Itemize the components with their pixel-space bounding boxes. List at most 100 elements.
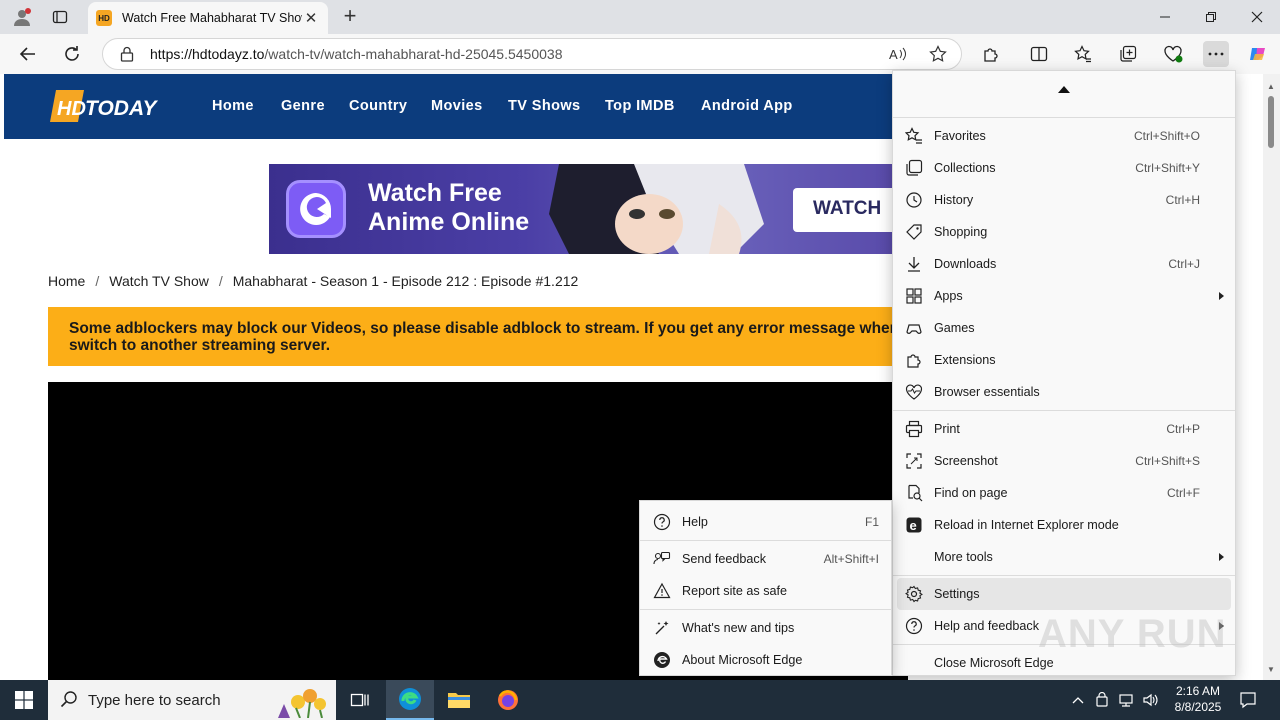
taskbar-clock[interactable]: 2:16 AM 8/8/2025 [1172,683,1224,715]
firefox-icon[interactable] [484,680,532,720]
copilot-icon[interactable] [1245,41,1271,67]
favorites-bar-icon[interactable] [1070,41,1096,67]
menu-item-apps[interactable]: Apps [893,280,1235,312]
menu-item-reload-ie-mode[interactable]: e Reload in Internet Explorer mode [893,509,1235,541]
menu-item-settings[interactable]: Settings [897,578,1231,610]
nav-home[interactable]: Home [212,98,254,114]
extensions-icon [905,351,923,369]
banner-app-icon [286,180,346,238]
menu-item-history[interactable]: History Ctrl+H [893,184,1235,216]
collapse-caret-icon[interactable] [1058,86,1070,93]
profile-icon[interactable] [8,5,36,29]
file-explorer-icon[interactable] [435,680,483,720]
warning-triangle-icon [653,582,671,600]
gear-icon [905,585,923,603]
site-logo[interactable]: HD TODAY [48,88,164,124]
settings-and-more-button[interactable] [1203,41,1229,67]
scroll-up-arrow-icon[interactable]: ▲ [1267,82,1275,91]
nav-movies[interactable]: Movies [431,98,483,114]
submenu-divider [640,609,891,610]
submenu-arrow-icon [1219,292,1224,300]
banner-headline-2: Anime Online [368,208,530,236]
nav-top-imdb[interactable]: Top IMDB [605,98,675,114]
apps-icon [905,287,923,305]
breadcrumb-watch-tv-show[interactable]: Watch TV Show [109,273,209,289]
extensions-toolbar-icon[interactable] [978,41,1004,67]
menu-item-shopping[interactable]: Shopping [893,216,1235,248]
tab-active[interactable]: HD Watch Free Mahabharat TV Show ✕ [88,2,328,34]
new-tab-icon[interactable]: + [338,5,362,29]
scroll-down-arrow-icon[interactable]: ▼ [1267,665,1275,674]
windows-taskbar: Type here to search 2:16 AM 8/8/2025 [0,680,1280,720]
settings-and-more-menu: Favorites Ctrl+Shift+O Collections Ctrl+… [892,70,1236,676]
menu-item-find-on-page[interactable]: Find on page Ctrl+F [893,477,1235,509]
scrollbar-thumb[interactable] [1268,96,1274,148]
system-tray [1066,680,1162,720]
tray-security-icon[interactable] [1090,692,1114,708]
collections-toolbar-icon[interactable] [1115,41,1141,67]
menu-item-screenshot[interactable]: Screenshot Ctrl+Shift+S [893,445,1235,477]
page-scrollbar[interactable]: ▲ ▼ [1263,74,1280,680]
url-text: https://hdtodayz.to/watch-tv/watch-mahab… [150,46,563,62]
menu-divider [893,410,1235,411]
submenu-item-send-feedback[interactable]: Send feedback Alt+Shift+I [640,543,891,575]
refresh-icon[interactable] [60,42,84,66]
network-icon[interactable] [1114,692,1138,708]
svg-text:e: e [910,518,917,533]
submenu-item-help[interactable]: Help F1 [640,506,891,538]
menu-item-favorites[interactable]: Favorites Ctrl+Shift+O [893,120,1235,152]
task-view-icon[interactable] [336,680,384,720]
ad-banner[interactable]: Watch Free Anime Online WATCH [269,164,909,254]
start-button[interactable] [0,680,48,720]
help-circle-icon [653,513,671,531]
tab-title: Watch Free Mahabharat TV Show [122,11,302,25]
tray-overflow-chevron-icon[interactable] [1066,696,1090,704]
site-info-lock-icon[interactable] [117,44,137,64]
site-favicon: HD [96,10,112,26]
browser-essentials-toolbar-icon[interactable] [1160,41,1186,67]
notifications-icon[interactable] [1226,680,1270,720]
taskbar-search-box[interactable]: Type here to search [48,680,336,720]
menu-item-games[interactable]: Games [893,312,1235,344]
menu-divider [893,117,1235,118]
nav-country[interactable]: Country [349,98,407,114]
submenu-item-whats-new[interactable]: What's new and tips [640,612,891,644]
menu-item-extensions[interactable]: Extensions [893,344,1235,376]
help-and-feedback-submenu: Help F1 Send feedback Alt+Shift+I Report… [639,500,892,676]
ie-mode-icon: e [905,516,923,534]
restore-icon[interactable] [1188,0,1234,34]
games-icon [905,319,923,337]
adblock-warning: Some adblockers may block our Videos, so… [48,307,908,366]
nav-android-app[interactable]: Android App [701,98,793,114]
address-bar[interactable]: https://hdtodayz.to/watch-tv/watch-mahab… [102,38,962,70]
menu-item-more-tools[interactable]: More tools [893,541,1235,573]
submenu-item-report-safe[interactable]: Report site as safe [640,575,891,607]
taskbar-edge-icon[interactable] [386,680,434,720]
edge-logo-icon [653,651,671,669]
breadcrumb-home[interactable]: Home [48,273,85,289]
volume-icon[interactable] [1138,692,1162,708]
minimize-icon[interactable] [1142,0,1188,34]
breadcrumb-episode: Mahabharat - Season 1 - Episode 212 : Ep… [232,273,579,289]
favorite-star-icon[interactable] [928,44,948,64]
submenu-item-about-edge[interactable]: About Microsoft Edge [640,644,891,676]
back-icon[interactable] [16,42,40,66]
nav-genre[interactable]: Genre [281,98,325,114]
menu-item-downloads[interactable]: Downloads Ctrl+J [893,248,1235,280]
read-aloud-icon[interactable]: A [888,44,908,64]
menu-item-print[interactable]: Print Ctrl+P [893,413,1235,445]
screenshot-icon [905,452,923,470]
browser-toolbar: https://hdtodayz.to/watch-tv/watch-mahab… [0,34,1280,74]
split-screen-icon[interactable] [1026,41,1052,67]
close-tab-icon[interactable]: ✕ [302,9,320,27]
menu-item-browser-essentials[interactable]: Browser essentials [893,376,1235,408]
close-window-icon[interactable] [1234,0,1280,34]
nav-tv-shows[interactable]: TV Shows [508,98,581,114]
help-icon [905,617,923,635]
title-bar: HD Watch Free Mahabharat TV Show ✕ + [0,0,1280,34]
menu-item-collections[interactable]: Collections Ctrl+Shift+Y [893,152,1235,184]
warning-line-2: switch to another streaming server. [69,337,331,354]
tab-actions-icon[interactable] [46,5,74,29]
submenu-divider [640,540,891,541]
breadcrumb: Home / Watch TV Show / Mahabharat - Season 1… [48,273,579,289]
